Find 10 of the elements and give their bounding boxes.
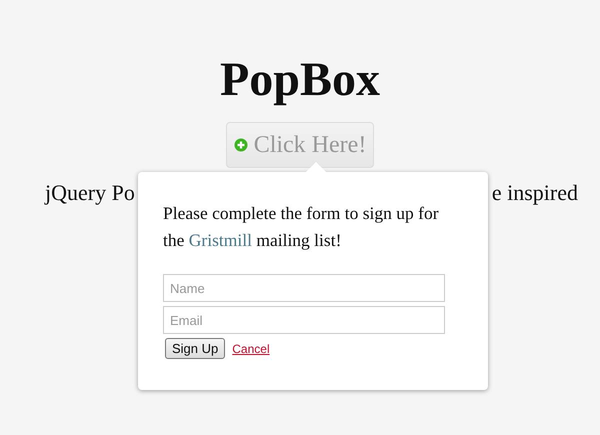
paragraph-text: e inspired bbox=[492, 180, 578, 206]
sign-up-button[interactable]: Sign Up bbox=[165, 338, 226, 359]
text-field[interactable]: Email bbox=[163, 306, 445, 334]
cancel-link[interactable]: Cancel bbox=[232, 342, 270, 356]
popup-message: Please complete the form to sign up for the Gristmill mailing list! bbox=[163, 202, 440, 252]
text-field[interactable]: Name bbox=[163, 274, 445, 302]
page-title: PopBox bbox=[220, 54, 380, 106]
paragraph-text: jQuery Po bbox=[45, 180, 135, 206]
gristmill-link[interactable]: Gristmill bbox=[188, 230, 252, 250]
plus-icon bbox=[234, 138, 248, 152]
